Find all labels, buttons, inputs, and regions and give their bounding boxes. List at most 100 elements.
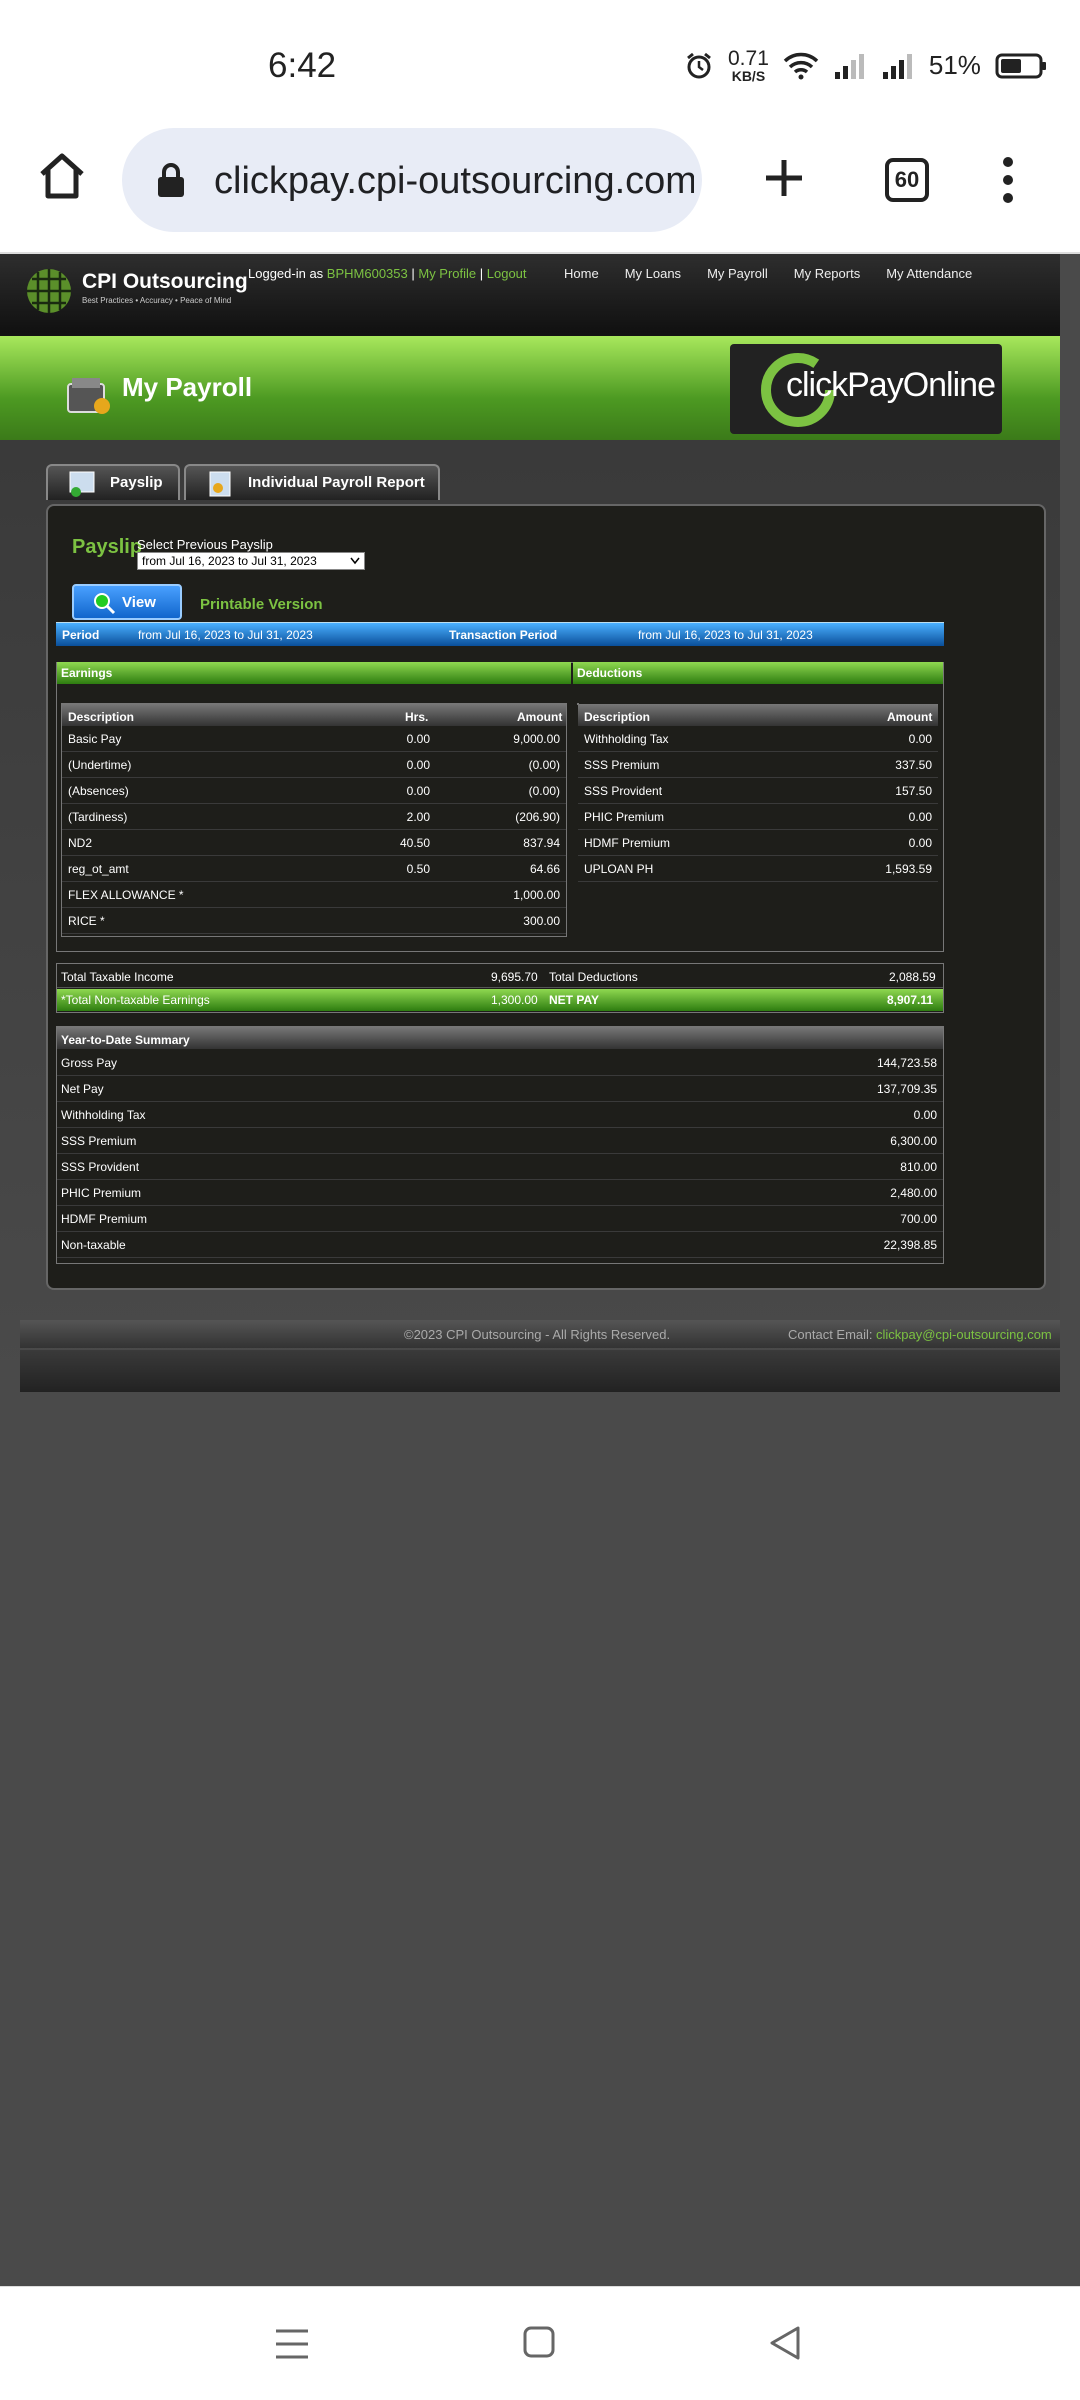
home-nav-icon[interactable]: [522, 2325, 556, 2359]
tab-report-label: Individual Payroll Report: [248, 474, 425, 491]
signal-icon: [834, 53, 864, 79]
back-nav-icon[interactable]: [768, 2325, 802, 2361]
earning-hours: 0.00: [406, 732, 430, 746]
ytd-value: 22,398.85: [883, 1238, 937, 1252]
payslip-tab-icon: [69, 471, 95, 497]
browser-toolbar: clickpay.cpi-outsourcing.com 60: [0, 120, 1080, 254]
main-menu: Home My Loans My Payroll My Reports My A…: [564, 266, 998, 281]
cpi-logo[interactable]: CPI Outsourcing Best Practices • Accurac…: [24, 264, 248, 320]
view-button[interactable]: View: [72, 584, 182, 620]
earn-col-hrs: Hrs.: [405, 710, 429, 724]
earn-col-description: Description: [68, 710, 135, 724]
tab-payslip[interactable]: Payslip: [46, 464, 180, 500]
earning-row: reg_ot_amt 0.50 64.66: [62, 856, 566, 882]
login-info: Logged-in as BPHM600353 | My Profile | L…: [248, 266, 527, 281]
deduction-amount: 157.50: [895, 784, 932, 798]
non-taxable-label: *Total Non-taxable Earnings: [61, 993, 210, 1007]
deduction-row: SSS Premium 337.50: [578, 752, 938, 778]
select-previous-label: Select Previous Payslip: [137, 537, 273, 552]
clickpayonline-logo: clickPayOnline: [730, 344, 1002, 434]
more-options-icon[interactable]: [996, 156, 1020, 204]
magnifier-icon: [94, 593, 116, 615]
ytd-row: Net Pay 137,709.35: [57, 1076, 943, 1102]
menu-my-attendance[interactable]: My Attendance: [886, 266, 972, 281]
logged-in-label: Logged-in as: [248, 266, 324, 281]
clock: 6:42: [268, 46, 337, 85]
total-taxable-label: Total Taxable Income: [61, 970, 174, 984]
my-profile-link[interactable]: My Profile: [418, 266, 476, 281]
earning-amount: (206.90): [515, 810, 560, 824]
payslip-title: Payslip: [72, 536, 143, 558]
earnings-header: Earnings: [57, 662, 571, 684]
deduction-amount: 0.00: [908, 836, 932, 850]
transaction-period-value: from Jul 16, 2023 to Jul 31, 2023: [638, 628, 813, 642]
globe-logo-icon: [27, 269, 71, 313]
page-title: My Payroll: [122, 372, 253, 402]
payslip-period-select[interactable]: from Jul 16, 2023 to Jul 31, 2023: [137, 552, 365, 570]
logout-link[interactable]: Logout: [487, 266, 527, 281]
deductions-header: Deductions: [573, 662, 943, 684]
printable-version-link[interactable]: Printable Version: [200, 596, 323, 613]
ytd-row: Gross Pay 144,723.58: [57, 1050, 943, 1076]
transaction-period-label: Transaction Period: [449, 628, 558, 642]
recent-apps-icon[interactable]: [274, 2327, 310, 2361]
footer-contact-label: Contact Email:: [788, 1327, 873, 1342]
non-taxable-value: 1,300.00: [491, 993, 538, 1007]
earning-row: (Absences) 0.00 (0.00): [62, 778, 566, 804]
clickpay-text: clickPayOnline: [786, 366, 996, 404]
deduction-description: PHIC Premium: [584, 810, 665, 824]
tab-switcher-button[interactable]: 60: [885, 158, 929, 202]
deduction-row: Withholding Tax 0.00: [578, 726, 938, 752]
ytd-label: SSS Provident: [61, 1160, 140, 1174]
tab-individual-payroll-report[interactable]: Individual Payroll Report: [184, 464, 440, 500]
ytd-label: HDMF Premium: [61, 1212, 147, 1226]
earning-amount: (0.00): [528, 784, 560, 798]
earnings-table-header: Description Hrs. Amount: [62, 704, 566, 726]
deduction-description: SSS Provident: [584, 784, 663, 798]
ytd-label: Gross Pay: [61, 1056, 118, 1070]
menu-my-reports[interactable]: My Reports: [794, 266, 860, 281]
alarm-icon: [687, 52, 711, 78]
logo-tagline: Best Practices • Accuracy • Peace of Min…: [82, 296, 232, 305]
ytd-row: HDMF Premium 700.00: [57, 1206, 943, 1232]
address-bar[interactable]: clickpay.cpi-outsourcing.com: [122, 128, 702, 232]
deduction-description: Withholding Tax: [584, 732, 669, 746]
footer-copyright: ©2023 CPI Outsourcing - All Rights Reser…: [404, 1327, 671, 1342]
earning-row: Basic Pay 0.00 9,000.00: [62, 726, 566, 752]
logo-name: CPI Outsourcing: [82, 270, 248, 293]
new-tab-icon[interactable]: [762, 156, 806, 200]
deduction-description: HDMF Premium: [584, 836, 670, 850]
deduction-description: SSS Premium: [584, 758, 660, 772]
url-text[interactable]: clickpay.cpi-outsourcing.com: [214, 160, 694, 203]
net-pay-row: *Total Non-taxable Earnings 1,300.00 NET…: [57, 989, 943, 1011]
chevron-down-icon: [350, 557, 360, 565]
ytd-row: Withholding Tax 0.00: [57, 1102, 943, 1128]
totals-row: Total Taxable Income 9,695.70 Total Dedu…: [57, 964, 943, 988]
total-taxable-value: 9,695.70: [491, 970, 538, 984]
deduction-amount: 337.50: [895, 758, 932, 772]
deduction-row: UPLOAN PH 1,593.59: [578, 856, 938, 882]
earning-amount: (0.00): [528, 758, 560, 772]
ytd-row: PHIC Premium 2,480.00: [57, 1180, 943, 1206]
web-page: CPI Outsourcing Best Practices • Accurac…: [0, 254, 1080, 1394]
earning-amount: 64.66: [529, 862, 560, 876]
footer-contact-email[interactable]: clickpay@cpi-outsourcing.com: [876, 1327, 1052, 1342]
earning-hours: 0.50: [406, 862, 430, 876]
menu-my-payroll[interactable]: My Payroll: [707, 266, 768, 281]
ded-col-description: Description: [584, 710, 651, 724]
earning-amount: 300.00: [523, 914, 560, 928]
menu-home[interactable]: Home: [564, 266, 599, 281]
earning-hours: 40.50: [399, 836, 430, 850]
deduction-row: PHIC Premium 0.00: [578, 804, 938, 830]
menu-my-loans[interactable]: My Loans: [625, 266, 681, 281]
earning-hours: 0.00: [406, 758, 430, 772]
earning-amount: 9,000.00: [513, 732, 560, 746]
lock-icon[interactable]: [156, 162, 186, 198]
home-icon[interactable]: [36, 150, 88, 202]
earning-description: (Tardiness): [68, 810, 128, 824]
net-pay-value: 8,907.11: [887, 993, 934, 1007]
battery-icon: [995, 53, 1046, 78]
deduction-row: SSS Provident 157.50: [578, 778, 938, 804]
battery-percent: 51%: [928, 50, 981, 80]
earning-description: Basic Pay: [68, 732, 122, 746]
